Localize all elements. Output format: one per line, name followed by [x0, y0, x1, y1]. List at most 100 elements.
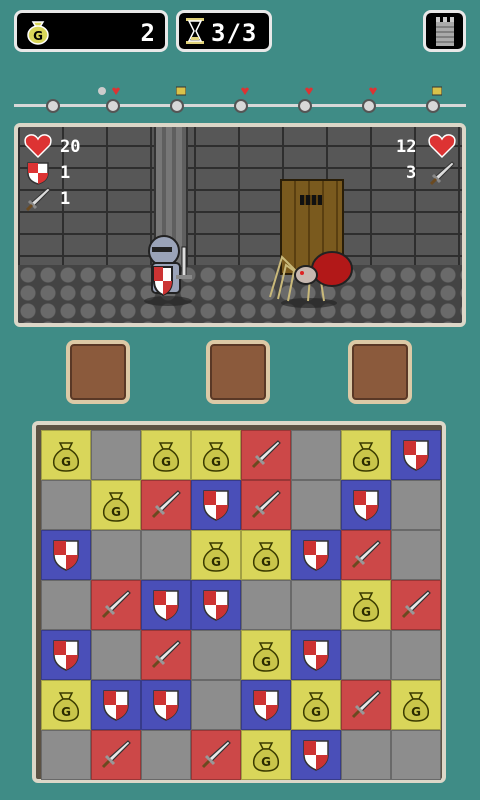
sword-icon [151, 489, 182, 519]
gold-bag-icon [352, 592, 380, 622]
gold-tile[interactable] [341, 580, 391, 630]
empty-tile[interactable] [291, 430, 341, 480]
track-node [362, 99, 376, 113]
gold-bag-icon [302, 692, 330, 722]
gold-tile[interactable] [241, 730, 291, 780]
gold-bag-icon: G [27, 21, 49, 45]
gold-bag-icon [252, 742, 280, 772]
track-node [170, 99, 184, 113]
gold-tile[interactable] [141, 430, 191, 480]
tower-button[interactable] [423, 10, 466, 52]
turns-remaining: 3/3 [211, 19, 258, 47]
sword-icon [351, 689, 382, 719]
empty-tile[interactable] [391, 730, 441, 780]
empty-tile[interactable] [241, 580, 291, 630]
track-node [106, 99, 120, 113]
gold-bag-icon [52, 442, 80, 472]
empty-tile[interactable] [341, 730, 391, 780]
shield-tile[interactable] [141, 680, 191, 730]
empty-tile[interactable] [41, 480, 91, 530]
shield-tile[interactable] [291, 630, 341, 680]
shield-tile[interactable] [141, 580, 191, 630]
gold-bag-icon [402, 692, 430, 722]
gold-tile[interactable] [41, 680, 91, 730]
empty-tile[interactable] [91, 630, 141, 680]
item-slot-2[interactable] [206, 340, 270, 404]
sword-icon [251, 439, 282, 469]
empty-tile[interactable] [341, 630, 391, 680]
turn-counter: 3/3 [176, 10, 272, 52]
gold-tile[interactable] [391, 680, 441, 730]
shield-tile[interactable] [241, 680, 291, 730]
battle-scene: 20 1 1 12 3 [14, 123, 466, 327]
empty-tile[interactable] [91, 430, 141, 480]
gold-tile[interactable] [241, 630, 291, 680]
shield-icon [403, 440, 429, 471]
sword-tile[interactable] [391, 580, 441, 630]
shield-icon [203, 590, 229, 621]
shield-icon [153, 690, 179, 721]
empty-tile[interactable] [91, 530, 141, 580]
shield-tile[interactable] [341, 480, 391, 530]
sword-icon [151, 639, 182, 669]
shield-icon [203, 490, 229, 521]
shield-icon [103, 690, 129, 721]
shield-tile[interactable] [191, 580, 241, 630]
enemy-sword-icon [429, 161, 455, 186]
sword-tile[interactable] [341, 530, 391, 580]
gold-tile[interactable] [341, 430, 391, 480]
shield-tile[interactable] [91, 680, 141, 730]
empty-tile[interactable] [191, 630, 241, 680]
skull-heart-marker-icon [98, 87, 120, 95]
empty-tile[interactable] [141, 530, 191, 580]
tile-grid [41, 430, 441, 780]
shield-tile[interactable] [291, 730, 341, 780]
sword-tile[interactable] [191, 730, 241, 780]
empty-tile[interactable] [391, 530, 441, 580]
shield-tile[interactable] [291, 530, 341, 580]
empty-tile[interactable] [291, 580, 341, 630]
sword-icon [401, 589, 432, 619]
gold-bag-icon [202, 442, 230, 472]
empty-tile[interactable] [391, 480, 441, 530]
sword-icon [201, 739, 232, 769]
item-slot-3[interactable] [348, 340, 412, 404]
enemy-attack: 3 [406, 163, 417, 183]
sword-tile[interactable] [141, 480, 191, 530]
sword-tile[interactable] [91, 730, 141, 780]
shield-icon [53, 640, 79, 671]
item-slot-1[interactable] [66, 340, 130, 404]
empty-tile[interactable] [291, 480, 341, 530]
enemy-heart-icon [428, 134, 456, 159]
empty-tile[interactable] [191, 680, 241, 730]
shield-tile[interactable] [41, 530, 91, 580]
gold-tile[interactable] [191, 530, 241, 580]
sword-tile[interactable] [91, 580, 141, 630]
puzzle-board [32, 421, 446, 783]
player-attack: 1 [60, 189, 71, 209]
gold-bag-icon [202, 542, 230, 572]
sword-tile[interactable] [241, 480, 291, 530]
shield-icon [53, 540, 79, 571]
cobblestone-floor [18, 265, 462, 323]
gold-tile[interactable] [91, 480, 141, 530]
empty-tile[interactable] [141, 730, 191, 780]
shield-icon [253, 690, 279, 721]
shield-tile[interactable] [191, 480, 241, 530]
empty-tile[interactable] [391, 630, 441, 680]
sword-tile[interactable] [141, 630, 191, 680]
track-node [234, 99, 248, 113]
chest-marker-icon [176, 86, 186, 96]
gold-tile[interactable] [291, 680, 341, 730]
empty-tile[interactable] [41, 580, 91, 630]
empty-tile[interactable] [41, 730, 91, 780]
gold-tile[interactable] [41, 430, 91, 480]
gold-tile[interactable] [241, 530, 291, 580]
shield-icon [153, 590, 179, 621]
sword-tile[interactable] [341, 680, 391, 730]
shield-tile[interactable] [391, 430, 441, 480]
gold-tile[interactable] [191, 430, 241, 480]
track-node [298, 99, 312, 113]
sword-tile[interactable] [241, 430, 291, 480]
shield-tile[interactable] [41, 630, 91, 680]
